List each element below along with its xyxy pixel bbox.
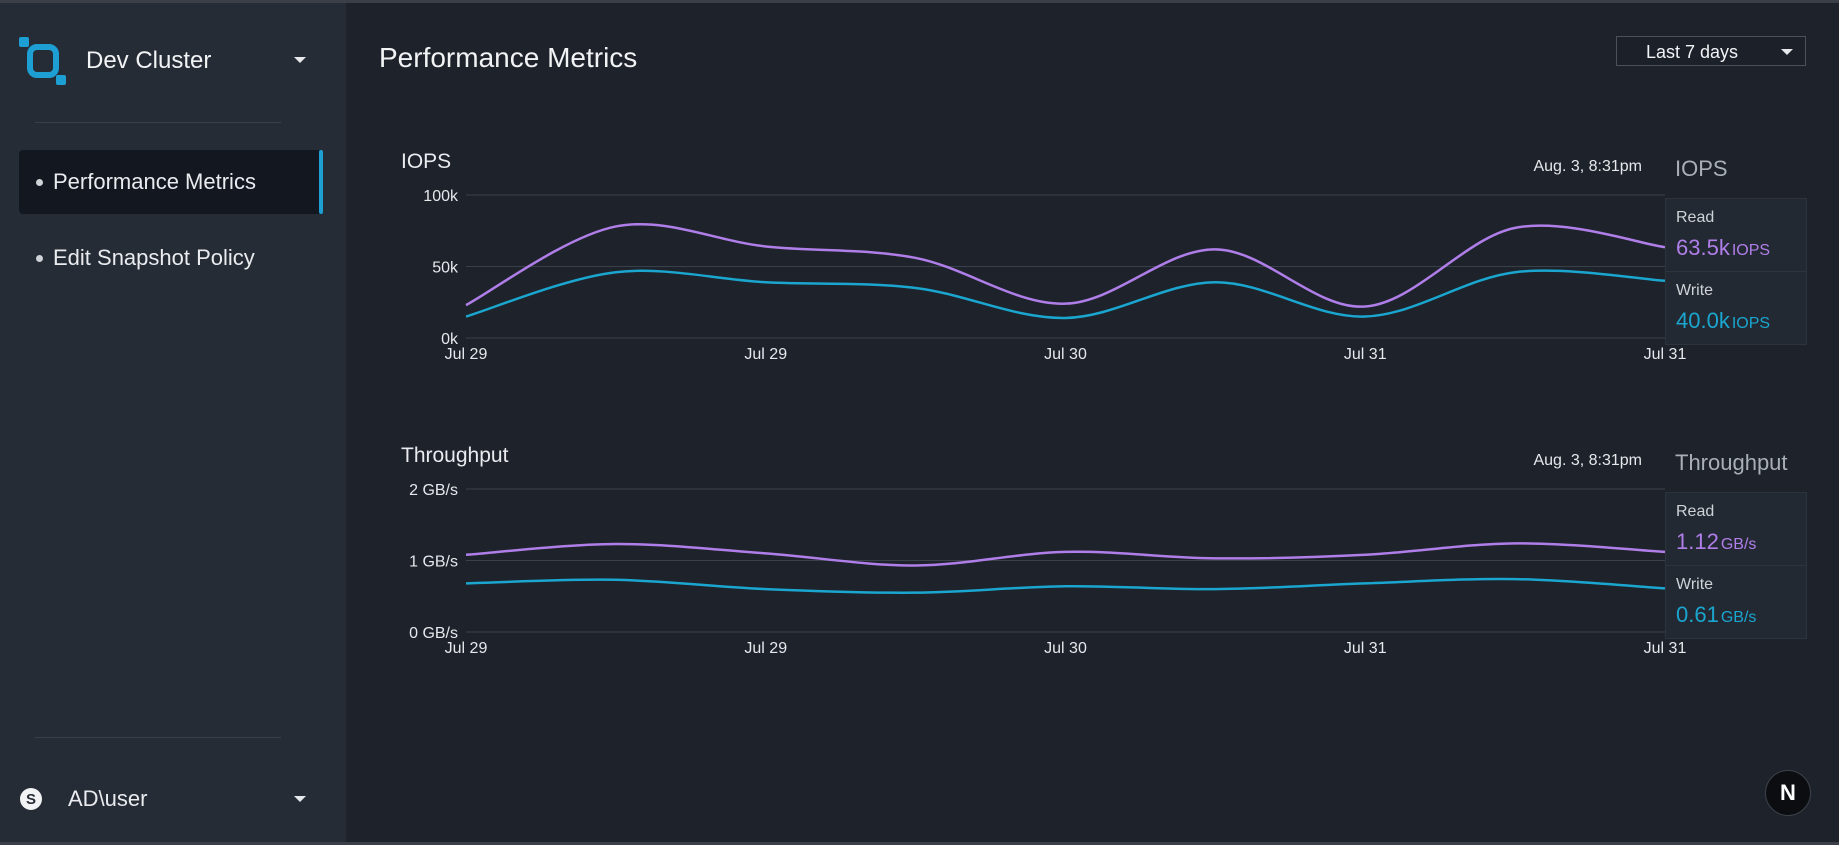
sidebar-item-label: Edit Snapshot Policy: [53, 245, 255, 270]
stat-unit: GB/s: [1720, 609, 1757, 626]
series-line-read: [465, 222, 1666, 308]
bullet-icon: [36, 254, 43, 262]
summary-title: IOPS: [1675, 156, 1728, 181]
x-tick-label: Jul 29: [445, 640, 488, 654]
y-tick-label: 2 GB/s: [409, 482, 458, 499]
page-title: Performance Metrics: [379, 42, 638, 73]
throughput-chart: Throughput Aug. 3, 8:31pm 0 GB/s 1 GB/s 2 …: [400, 434, 1690, 654]
read-stat: Read 63.5k IOPS: [1665, 198, 1807, 272]
series-line-write: [465, 577, 1666, 594]
sidebar-item-performance-metrics[interactable]: Performance Metrics: [19, 150, 323, 214]
sidebar-item-edit-snapshot-policy[interactable]: Edit Snapshot Policy: [19, 226, 323, 290]
time-range-select[interactable]: Last 7 days: [1616, 36, 1806, 66]
x-tick-label: Jul 31: [1344, 346, 1387, 360]
nextjs-dev-badge[interactable]: N: [1765, 770, 1811, 816]
sidebar-divider: [35, 122, 281, 123]
series-line-write: [465, 269, 1666, 320]
cluster-switcher[interactable]: Dev Cluster: [18, 35, 318, 87]
sidebar-item-label: Performance Metrics: [53, 169, 256, 194]
x-tick-label: Jul 29: [744, 346, 787, 360]
cluster-name: Dev Cluster: [86, 47, 212, 74]
stat-number: 63.5k: [1676, 235, 1730, 260]
chevron-down-icon: [1781, 49, 1793, 55]
cluster-logo-icon: [19, 37, 66, 85]
read-stat: Read 1.12 GB/s: [1665, 492, 1807, 566]
y-tick-label: 1 GB/s: [409, 554, 458, 571]
stat-unit: IOPS: [1731, 242, 1771, 259]
stat-unit: GB/s: [1720, 536, 1757, 553]
sidebar: Dev Cluster Performance Metrics Edit Sna…: [0, 3, 346, 842]
x-tick-label: Jul 30: [1044, 640, 1087, 654]
stat-label: Write: [1676, 282, 1714, 299]
stat-value: 0.61 GB/s: [1676, 602, 1756, 628]
throughput-chart-plot: 0 GB/s1 GB/s2 GB/sJul 29 Jul 29 Jul 30 Jul …: [409, 482, 1687, 654]
sidebar-divider: [35, 737, 281, 738]
x-tick-label: Jul 31: [1644, 640, 1687, 654]
write-stat: Write 40.0k IOPS: [1665, 271, 1807, 345]
x-tick-label: Jul 30: [1044, 346, 1087, 360]
x-tick-label: Jul 29: [445, 346, 488, 360]
stat-unit: IOPS: [1731, 315, 1771, 332]
iops-chart-plot: 0k50k100kJul 29 Jul 29 Jul 30 Jul 31 Jul 31: [423, 188, 1687, 360]
stat-label: Read: [1676, 209, 1715, 226]
write-stat: Write 0.61 GB/s: [1665, 565, 1807, 639]
series-line-read: [465, 542, 1666, 567]
stat-value: 40.0k IOPS: [1676, 308, 1770, 334]
x-tick-label: Jul 31: [1344, 640, 1387, 654]
user-name: AD\user: [68, 786, 148, 811]
bullet-icon: [36, 178, 43, 186]
user-menu[interactable]: S AD\user: [20, 784, 310, 816]
iops-chart: IOPS Aug. 3, 8:31pm 0k 50k 100k Jul 29 Jul 2…: [400, 140, 1690, 360]
stat-number: 1.12: [1676, 529, 1719, 554]
user-avatar-icon: S: [20, 788, 42, 810]
stat-value: 63.5k IOPS: [1676, 235, 1770, 261]
stat-label: Read: [1676, 503, 1715, 520]
x-tick-label: Jul 31: [1644, 346, 1687, 360]
y-tick-label: 100k: [423, 188, 459, 205]
stat-label: Write: [1676, 576, 1714, 593]
time-range-value: Last 7 days: [1646, 42, 1739, 62]
chevron-down-icon[interactable]: [294, 57, 306, 63]
stat-value: 1.12 GB/s: [1676, 529, 1756, 555]
y-tick-label: 50k: [432, 260, 459, 277]
x-tick-label: Jul 29: [744, 640, 787, 654]
stat-number: 0.61: [1676, 602, 1719, 627]
chevron-down-icon[interactable]: [294, 796, 306, 802]
stat-number: 40.0k: [1676, 308, 1730, 333]
summary-title: Throughput: [1675, 450, 1788, 475]
